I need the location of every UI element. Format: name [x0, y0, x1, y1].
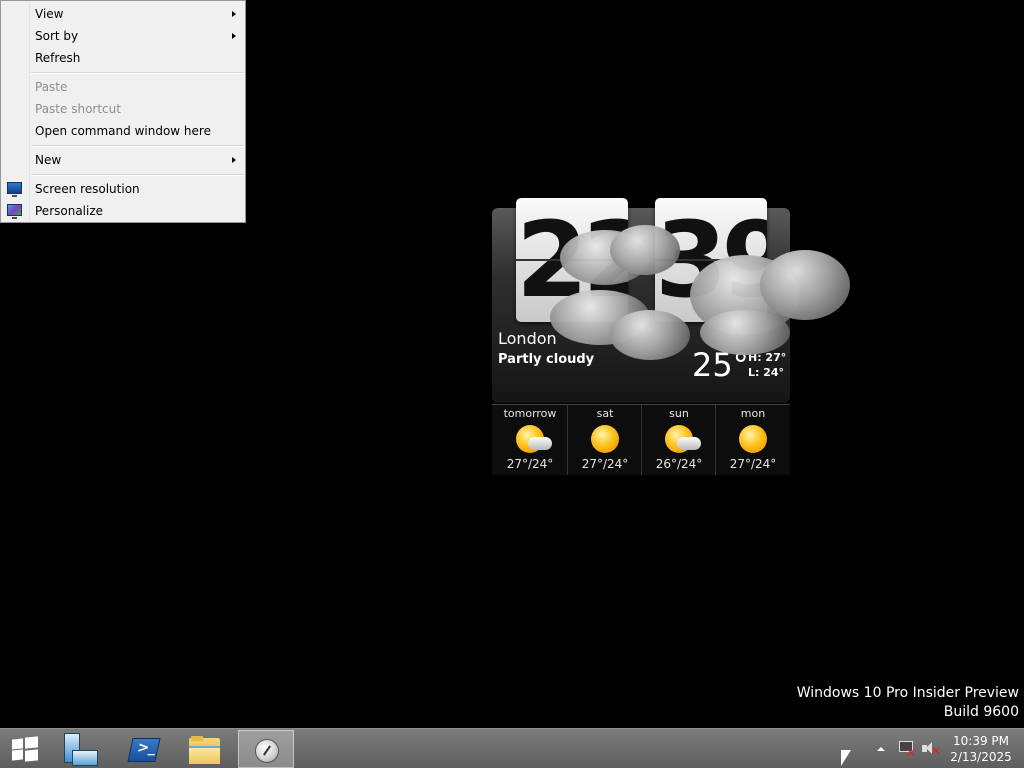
forecast-temps: 26°/24°: [655, 457, 703, 471]
low-temperature: L: 24°: [748, 366, 785, 379]
menu-item-open-command-window[interactable]: Open command window here: [1, 120, 245, 142]
forecast-day-name: sun: [669, 407, 689, 420]
taskbar-clock[interactable]: 10:39 PM 2/13/2025: [944, 733, 1018, 765]
taskbar-file-explorer[interactable]: [176, 730, 232, 768]
forecast-temps: 27°/24°: [729, 457, 777, 471]
menu-item-refresh[interactable]: Refresh: [1, 47, 245, 69]
forecast-day: mon 27°/24°: [715, 405, 790, 475]
forecast-temps: 27°/24°: [506, 457, 554, 471]
volume-muted-icon[interactable]: ✕: [922, 741, 941, 757]
high-low-temperature: H: 27° L: 24°: [748, 350, 786, 380]
personalize-icon: [7, 204, 22, 219]
mouse-cursor-icon: [841, 750, 851, 766]
menu-item-label: Personalize: [35, 204, 104, 218]
weather-condition: Partly cloudy: [498, 352, 595, 367]
high-temperature: H: 27°: [748, 351, 787, 364]
submenu-arrow-icon: [232, 33, 236, 39]
desktop-context-menu: View Sort by Refresh Paste Paste shortcu…: [0, 0, 246, 223]
menu-item-label: Paste shortcut: [35, 102, 121, 116]
menu-separator: [31, 174, 244, 176]
forecast-day-name: tomorrow: [503, 407, 557, 420]
submenu-arrow-icon: [232, 11, 236, 17]
windows-logo-icon: [12, 738, 23, 750]
forecast-temps: 27°/24°: [581, 457, 629, 471]
watermark-edition: Windows 10 Pro Insider Preview: [796, 685, 1019, 701]
taskbar-server-manager[interactable]: [52, 730, 108, 768]
menu-item-personalize[interactable]: Personalize: [1, 200, 245, 222]
partly-sunny-icon: [665, 425, 701, 453]
clock-time: 10:39 PM: [953, 734, 1009, 748]
flip-clock-hours: 22: [516, 198, 628, 322]
desktop[interactable]: View Sort by Refresh Paste Paste shortcu…: [0, 0, 1024, 728]
screen-resolution-icon: [7, 182, 22, 197]
forecast-day: tomorrow 27°/24°: [493, 405, 567, 475]
weather-city: London: [498, 329, 557, 348]
file-explorer-icon: [189, 736, 220, 764]
sunny-icon: [591, 425, 619, 453]
forecast-day: sat 27°/24°: [567, 405, 642, 475]
menu-item-label: Refresh: [35, 51, 81, 65]
menu-item-label: Sort by: [35, 29, 79, 43]
partly-sunny-icon: [516, 425, 552, 453]
menu-item-label: New: [35, 153, 62, 167]
menu-separator: [31, 72, 244, 74]
menu-item-paste[interactable]: Paste: [1, 76, 245, 98]
menu-separator: [31, 145, 244, 147]
clock-hours: 22: [516, 199, 628, 321]
menu-item-view[interactable]: View: [1, 3, 245, 25]
powershell-icon: >_: [127, 738, 161, 762]
menu-item-label: Paste: [35, 80, 68, 94]
taskbar-clock-app[interactable]: [238, 730, 294, 768]
forecast-strip: tomorrow 27°/24° sat 27°/24° sun 26°/24°…: [492, 404, 790, 475]
menu-item-label: Open command window here: [35, 124, 211, 138]
os-build-watermark: Windows 10 Pro Insider Preview Build 960…: [797, 684, 1019, 722]
menu-item-label: View: [35, 7, 64, 21]
forecast-day-name: sat: [596, 407, 614, 420]
sunny-icon: [739, 425, 767, 453]
submenu-arrow-icon: [232, 157, 236, 163]
clock-app-icon: [255, 739, 279, 763]
forecast-day: sun 26°/24°: [641, 405, 716, 475]
menu-item-screen-resolution[interactable]: Screen resolution: [1, 178, 245, 200]
menu-item-sort-by[interactable]: Sort by: [1, 25, 245, 47]
clock-minutes: 39: [655, 199, 767, 321]
flip-clock-minutes: 39: [655, 198, 767, 322]
weather-clock-widget[interactable]: 22 39 London Partly cloudy 25° H: 27° L:…: [492, 198, 790, 476]
menu-item-paste-shortcut[interactable]: Paste shortcut: [1, 98, 245, 120]
forecast-day-name: mon: [740, 407, 766, 420]
show-hidden-icons-chevron-icon[interactable]: [877, 747, 885, 751]
network-disconnected-icon[interactable]: ✕: [899, 741, 916, 759]
menu-item-label: Screen resolution: [35, 182, 140, 196]
taskbar: >_ ✕ ✕ 10:39 PM 2/13/2025: [0, 728, 1024, 768]
start-button[interactable]: [12, 736, 38, 762]
clock-date: 2/13/2025: [950, 750, 1012, 764]
watermark-build: Build 9600: [943, 704, 1019, 720]
taskbar-powershell[interactable]: >_: [114, 730, 170, 768]
menu-item-new[interactable]: New: [1, 149, 245, 171]
current-temperature: 25°: [692, 346, 749, 384]
